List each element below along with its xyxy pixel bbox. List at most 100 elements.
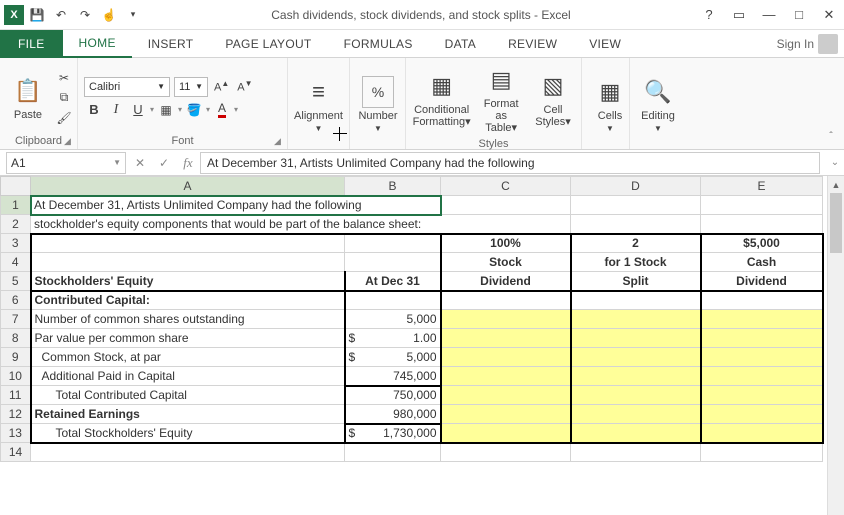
cell-c10[interactable] xyxy=(441,367,571,386)
cell-b7[interactable]: 5,000 xyxy=(345,310,441,329)
qat-redo-icon[interactable]: ↷ xyxy=(74,4,96,26)
cell-c5[interactable]: Dividend xyxy=(441,272,571,291)
number-button[interactable]: % Number ▼ xyxy=(356,62,400,147)
cell-d5[interactable]: Split xyxy=(571,272,701,291)
cell-c1[interactable] xyxy=(441,196,571,215)
cell-b10[interactable]: 745,000 xyxy=(345,367,441,386)
borders-icon[interactable]: ▦ xyxy=(156,101,176,119)
cell-c4[interactable]: Stock xyxy=(441,253,571,272)
bold-button[interactable]: B xyxy=(84,101,104,119)
cell-b12[interactable]: 980,000 xyxy=(345,405,441,424)
cell-c3[interactable]: 100% xyxy=(441,234,571,253)
collapse-ribbon-icon[interactable]: ˆ xyxy=(822,127,840,145)
fx-icon[interactable]: fx xyxy=(176,152,200,174)
tab-page-layout[interactable]: PAGE LAYOUT xyxy=(209,30,327,58)
maximize-icon[interactable]: □ xyxy=(788,4,810,26)
format-as-table-button[interactable]: ▤ Format asTable▾ xyxy=(475,62,527,136)
cell-e13[interactable] xyxy=(701,424,823,443)
cell-e11[interactable] xyxy=(701,386,823,405)
cell-c13[interactable] xyxy=(441,424,571,443)
cells-button[interactable]: ▦ Cells ▼ xyxy=(588,62,632,147)
cell-a11[interactable]: Total Contributed Capital xyxy=(31,386,345,405)
copy-icon[interactable]: ⧉ xyxy=(54,89,74,107)
cell-d13[interactable] xyxy=(571,424,701,443)
select-all-corner[interactable] xyxy=(1,177,31,196)
tab-formulas[interactable]: FORMULAS xyxy=(328,30,429,58)
row-header-2[interactable]: 2 xyxy=(1,215,31,234)
qat-customize-icon[interactable]: ▾ xyxy=(122,4,144,26)
cell-b4[interactable] xyxy=(345,253,441,272)
col-header-d[interactable]: D xyxy=(571,177,701,196)
cell-a14[interactable] xyxy=(31,443,345,462)
row-header-4[interactable]: 4 xyxy=(1,253,31,272)
sign-in[interactable]: Sign In xyxy=(777,34,844,54)
cell-c9[interactable] xyxy=(441,348,571,367)
font-color-icon[interactable]: A xyxy=(212,101,232,119)
qat-undo-icon[interactable]: ↶ xyxy=(50,4,72,26)
cell-c8[interactable] xyxy=(441,329,571,348)
tab-insert[interactable]: INSERT xyxy=(132,30,210,58)
cell-a1[interactable]: At December 31, Artists Unlimited Compan… xyxy=(31,196,441,215)
cell-b6[interactable] xyxy=(345,291,441,310)
row-header-14[interactable]: 14 xyxy=(1,443,31,462)
cell-d10[interactable] xyxy=(571,367,701,386)
cell-e14[interactable] xyxy=(701,443,823,462)
scroll-thumb[interactable] xyxy=(830,193,842,253)
conditional-formatting-button[interactable]: ▦ ConditionalFormatting▾ xyxy=(412,68,471,130)
cell-d9[interactable] xyxy=(571,348,701,367)
cell-a13[interactable]: Total Stockholders' Equity xyxy=(31,424,345,443)
cancel-icon[interactable]: ✕ xyxy=(128,152,152,174)
cell-d7[interactable] xyxy=(571,310,701,329)
cell-a2[interactable]: stockholder's equity components that wou… xyxy=(31,215,571,234)
underline-button[interactable]: U xyxy=(128,101,148,119)
clipboard-dialog-launcher-icon[interactable]: ◢ xyxy=(64,136,74,146)
name-box[interactable]: A1 ▼ xyxy=(6,152,126,174)
formula-input[interactable]: At December 31, Artists Unlimited Compan… xyxy=(200,152,820,174)
italic-button[interactable]: I xyxy=(106,101,126,119)
vertical-scrollbar[interactable]: ▲ xyxy=(827,176,844,515)
fill-color-icon[interactable]: 🪣 xyxy=(184,101,204,119)
row-header-3[interactable]: 3 xyxy=(1,234,31,253)
expand-formula-bar-icon[interactable]: ⌄ xyxy=(826,152,844,174)
row-header-1[interactable]: 1 xyxy=(1,196,31,215)
cell-b3[interactable] xyxy=(345,234,441,253)
col-header-b[interactable]: B xyxy=(345,177,441,196)
row-header-7[interactable]: 7 xyxy=(1,310,31,329)
increase-font-icon[interactable]: A▲ xyxy=(212,79,231,94)
cell-e10[interactable] xyxy=(701,367,823,386)
cell-d14[interactable] xyxy=(571,443,701,462)
qat-touch-icon[interactable]: ☝ xyxy=(98,4,120,26)
cell-a7[interactable]: Number of common shares outstanding xyxy=(31,310,345,329)
close-icon[interactable]: ✕ xyxy=(818,4,840,26)
cell-e12[interactable] xyxy=(701,405,823,424)
help-icon[interactable]: ? xyxy=(698,4,720,26)
col-header-a[interactable]: A xyxy=(31,177,345,196)
cell-e6[interactable] xyxy=(701,291,823,310)
font-name-select[interactable]: Calibri ▼ xyxy=(84,77,170,97)
cell-b8[interactable]: $ 1.00 xyxy=(345,329,441,348)
row-header-12[interactable]: 12 xyxy=(1,405,31,424)
cell-a6[interactable]: Contributed Capital: xyxy=(31,291,345,310)
cell-b13[interactable]: $ 1,730,000 xyxy=(345,424,441,443)
cell-c11[interactable] xyxy=(441,386,571,405)
cell-c7[interactable] xyxy=(441,310,571,329)
format-painter-icon[interactable]: 🖌 xyxy=(54,109,74,127)
cell-e3[interactable]: $5,000 xyxy=(701,234,823,253)
cell-d6[interactable] xyxy=(571,291,701,310)
cell-a12[interactable]: Retained Earnings xyxy=(31,405,345,424)
cell-e7[interactable] xyxy=(701,310,823,329)
row-header-10[interactable]: 10 xyxy=(1,367,31,386)
tab-file[interactable]: FILE xyxy=(0,30,63,58)
cell-b9[interactable]: $ 5,000 xyxy=(345,348,441,367)
cell-e8[interactable] xyxy=(701,329,823,348)
cut-icon[interactable]: ✂ xyxy=(54,69,74,87)
font-dialog-launcher-icon[interactable]: ◢ xyxy=(274,136,284,146)
cell-b5[interactable]: At Dec 31 xyxy=(345,272,441,291)
cell-a9[interactable]: Common Stock, at par xyxy=(31,348,345,367)
alignment-button[interactable]: ≡ Alignment ▼ xyxy=(294,62,343,147)
cell-a5[interactable]: Stockholders' Equity xyxy=(31,272,345,291)
enter-icon[interactable]: ✓ xyxy=(152,152,176,174)
row-header-5[interactable]: 5 xyxy=(1,272,31,291)
col-header-c[interactable]: C xyxy=(441,177,571,196)
decrease-font-icon[interactable]: A▼ xyxy=(235,79,254,94)
